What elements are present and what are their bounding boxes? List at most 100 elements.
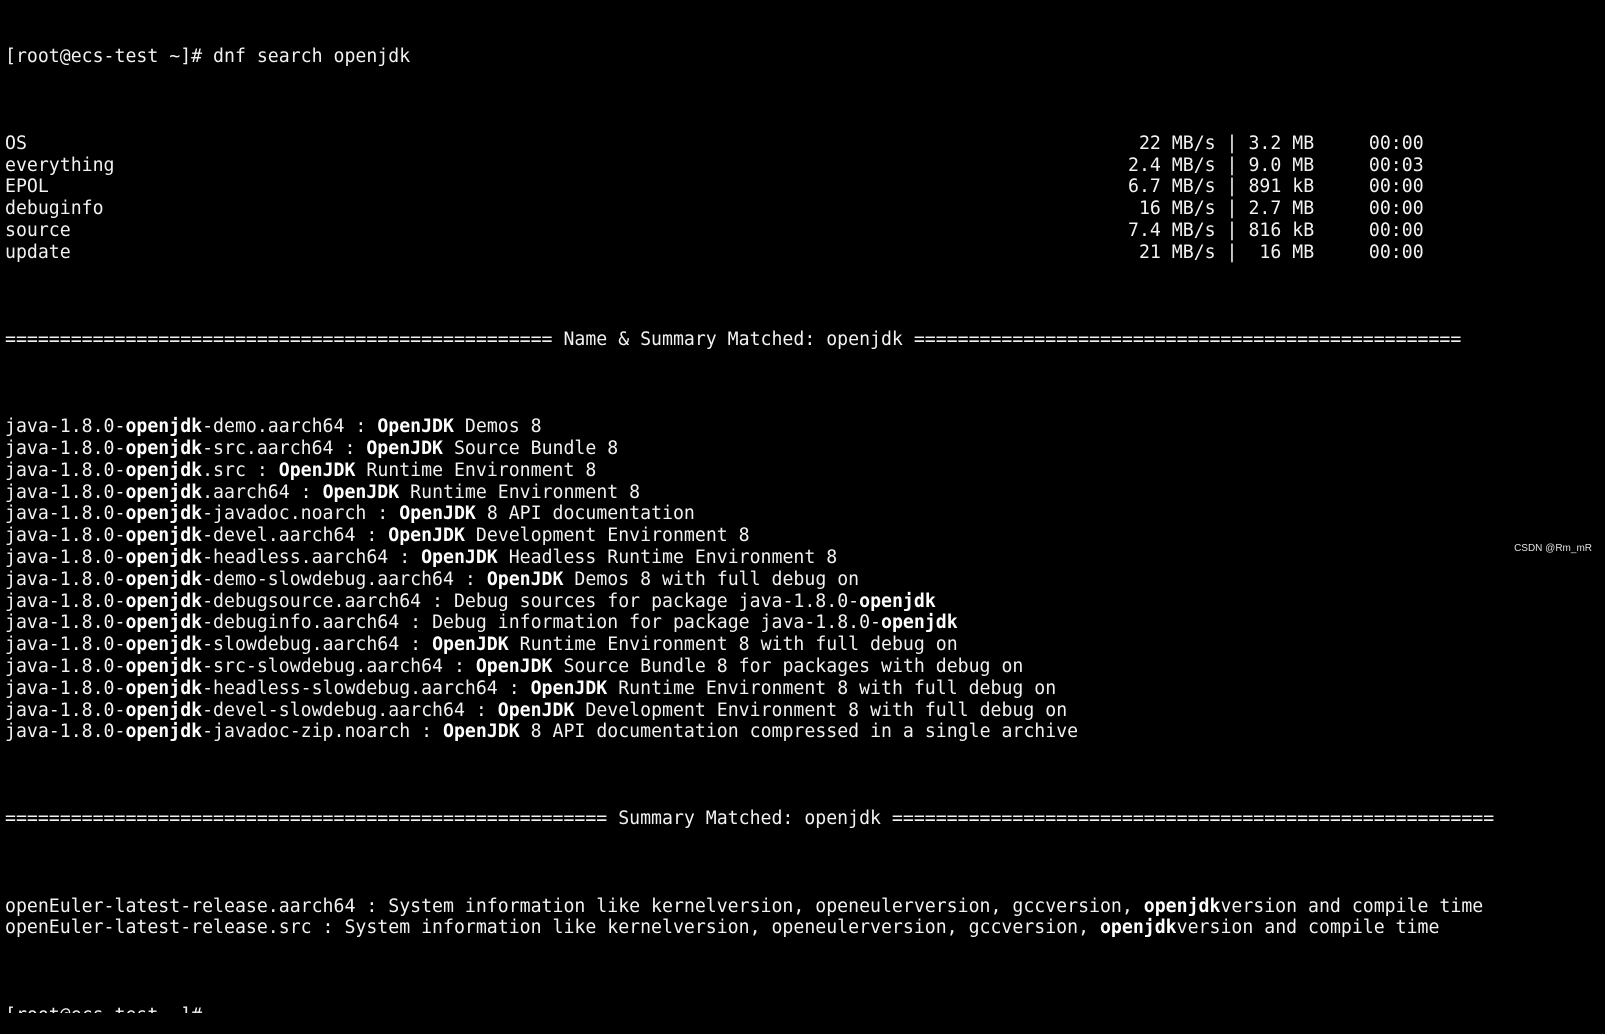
- match-highlight: openjdk: [125, 590, 203, 612]
- package-suffix: -devel.aarch64 :: [202, 525, 389, 547]
- package-summary: Runtime Environment 8 with full debug on: [508, 634, 958, 656]
- repo-name: source: [5, 219, 71, 241]
- summary-tail-highlight: openjdk: [881, 612, 958, 634]
- package-summary: Headless Runtime Environment 8: [497, 546, 838, 568]
- search-result-row: java-1.8.0-openjdk-devel.aarch64 : OpenJ…: [5, 525, 1603, 547]
- summary-result-row: openEuler-latest-release.src : System in…: [5, 917, 1603, 939]
- summary-text: openEuler-latest-release.aarch64 : Syste…: [5, 895, 1144, 917]
- match-highlight: openjdk: [125, 546, 203, 568]
- package-summary: Development Environment 8: [464, 525, 750, 547]
- package-suffix: -devel-slowdebug.aarch64 :: [202, 699, 498, 721]
- package-suffix: .aarch64 :: [202, 481, 323, 503]
- cutoff-prompt-line: [root@ecs-test ~]#: [5, 1005, 1603, 1013]
- package-prefix: java-1.8.0-: [5, 481, 126, 503]
- package-suffix: .src :: [202, 459, 279, 481]
- summary-match-highlight: OpenJDK: [432, 634, 509, 656]
- repo-stats: 2.4 MB/s | 9.0 MB 00:03: [1128, 154, 1424, 176]
- package-prefix: java-1.8.0-: [5, 634, 126, 656]
- search-result-row: java-1.8.0-openjdk.src : OpenJDK Runtime…: [5, 460, 1603, 482]
- package-prefix: java-1.8.0-: [5, 612, 126, 634]
- search-result-row: java-1.8.0-openjdk-src-slowdebug.aarch64…: [5, 656, 1603, 678]
- search-result-row: java-1.8.0-openjdk-headless.aarch64 : Op…: [5, 547, 1603, 569]
- repo-metadata-list: OS 22 MB/s | 3.2 MB 00:00 everything 2.4 M…: [5, 133, 1603, 264]
- search-result-row: java-1.8.0-openjdk-slowdebug.aarch64 : O…: [5, 634, 1603, 656]
- repo-stats: 16 MB/s | 2.7 MB 00:00: [1128, 198, 1424, 220]
- match-highlight: openjdk: [125, 416, 203, 438]
- package-suffix: -javadoc-zip.noarch :: [202, 721, 444, 743]
- search-result-row: java-1.8.0-openjdk-javadoc-zip.noarch : …: [5, 721, 1603, 743]
- package-prefix: java-1.8.0-: [5, 699, 126, 721]
- repo-row: EPOL 6.7 MB/s | 891 kB 00:00: [5, 176, 1603, 198]
- name-summary-separator: ========================================…: [5, 328, 1462, 350]
- package-summary: Runtime Environment 8: [355, 459, 597, 481]
- search-result-row: java-1.8.0-openjdk-headless-slowdebug.aa…: [5, 678, 1603, 700]
- match-highlight: openjdk: [125, 721, 203, 743]
- summary-result-row: openEuler-latest-release.aarch64 : Syste…: [5, 896, 1603, 918]
- search-result-row: java-1.8.0-openjdk-debuginfo.aarch64 : D…: [5, 612, 1603, 634]
- package-prefix: java-1.8.0-: [5, 568, 126, 590]
- search-result-row: java-1.8.0-openjdk.aarch64 : OpenJDK Run…: [5, 482, 1603, 504]
- search-result-row: java-1.8.0-openjdk-devel-slowdebug.aarch…: [5, 700, 1603, 722]
- match-highlight: openjdk: [1099, 917, 1177, 939]
- summary-match-highlight: OpenJDK: [421, 546, 498, 568]
- package-suffix: -headless.aarch64 :: [202, 546, 422, 568]
- summary-text: openEuler-latest-release.src : System in…: [5, 917, 1100, 939]
- match-highlight: openjdk: [125, 525, 203, 547]
- repo-row: update 21 MB/s | 16 MB 00:00: [5, 242, 1603, 264]
- match-highlight: openjdk: [125, 634, 203, 656]
- match-highlight: openjdk: [125, 655, 203, 677]
- match-highlight: openjdk: [125, 568, 203, 590]
- search-result-row: java-1.8.0-openjdk-demo.aarch64 : OpenJD…: [5, 416, 1603, 438]
- match-highlight: openjdk: [125, 459, 203, 481]
- summary-text-tail: version and compile time: [1220, 895, 1484, 917]
- summary-match-highlight: OpenJDK: [486, 568, 564, 590]
- package-summary: Source Bundle 8 for packages with debug …: [552, 655, 1024, 677]
- repo-row: debuginfo 16 MB/s | 2.7 MB 00:00: [5, 198, 1603, 220]
- repo-stats: 21 MB/s | 16 MB 00:00: [1128, 241, 1424, 263]
- summary-match-highlight: OpenJDK: [497, 699, 575, 721]
- terminal-output[interactable]: [root@ecs-test ~]# dnf search openjdk OS…: [5, 2, 1603, 1034]
- match-highlight: openjdk: [125, 699, 203, 721]
- match-highlight: openjdk: [125, 481, 203, 503]
- summary-match-highlight: OpenJDK: [388, 525, 465, 547]
- package-prefix: java-1.8.0-: [5, 655, 126, 677]
- match-highlight: openjdk: [125, 503, 203, 525]
- package-summary: Runtime Environment 8: [399, 481, 641, 503]
- repo-row: source 7.4 MB/s | 816 kB 00:00: [5, 220, 1603, 242]
- package-suffix: -demo.aarch64 :: [202, 416, 378, 438]
- repo-name: EPOL: [5, 176, 49, 198]
- package-prefix: java-1.8.0-: [5, 416, 126, 438]
- repo-name: OS: [5, 132, 27, 154]
- package-summary: Runtime Environment 8 with full debug on: [607, 677, 1057, 699]
- package-summary: Debug information for package java-1.8.0…: [432, 612, 882, 634]
- watermark: CSDN @Rm_mR: [1514, 543, 1592, 554]
- package-prefix: java-1.8.0-: [5, 459, 126, 481]
- search-result-row: java-1.8.0-openjdk-src.aarch64 : OpenJDK…: [5, 438, 1603, 460]
- summary-results: openEuler-latest-release.aarch64 : Syste…: [5, 896, 1603, 940]
- search-result-row: java-1.8.0-openjdk-javadoc.noarch : Open…: [5, 503, 1603, 525]
- match-highlight: openjdk: [1143, 895, 1221, 917]
- repo-name: debuginfo: [5, 198, 104, 220]
- package-summary: Debug sources for package java-1.8.0-: [453, 590, 860, 612]
- summary-match-highlight: OpenJDK: [399, 503, 476, 525]
- package-suffix: -src-slowdebug.aarch64 :: [202, 655, 476, 677]
- name-summary-results: java-1.8.0-openjdk-demo.aarch64 : OpenJD…: [5, 416, 1603, 743]
- summary-separator: ========================================…: [5, 808, 1495, 830]
- repo-stats: 7.4 MB/s | 816 kB 00:00: [1128, 219, 1424, 241]
- package-suffix: -slowdebug.aarch64 :: [202, 634, 433, 656]
- package-suffix: -demo-slowdebug.aarch64 :: [202, 568, 487, 590]
- package-prefix: java-1.8.0-: [5, 590, 126, 612]
- package-summary: Source Bundle 8: [443, 437, 619, 459]
- command-prompt-line: [root@ecs-test ~]# dnf search openjdk: [5, 45, 411, 67]
- search-result-row: java-1.8.0-openjdk-demo-slowdebug.aarch6…: [5, 569, 1603, 591]
- summary-match-highlight: OpenJDK: [530, 677, 608, 699]
- repo-row: everything 2.4 MB/s | 9.0 MB 00:03: [5, 155, 1603, 177]
- package-prefix: java-1.8.0-: [5, 437, 126, 459]
- repo-name: update: [5, 241, 71, 263]
- package-prefix: java-1.8.0-: [5, 721, 126, 743]
- repo-row: OS 22 MB/s | 3.2 MB 00:00: [5, 133, 1603, 155]
- match-highlight: openjdk: [125, 677, 203, 699]
- package-summary: 8 API documentation: [475, 503, 695, 525]
- summary-text-tail: version and compile time: [1176, 917, 1440, 939]
- repo-name: everything: [5, 154, 115, 176]
